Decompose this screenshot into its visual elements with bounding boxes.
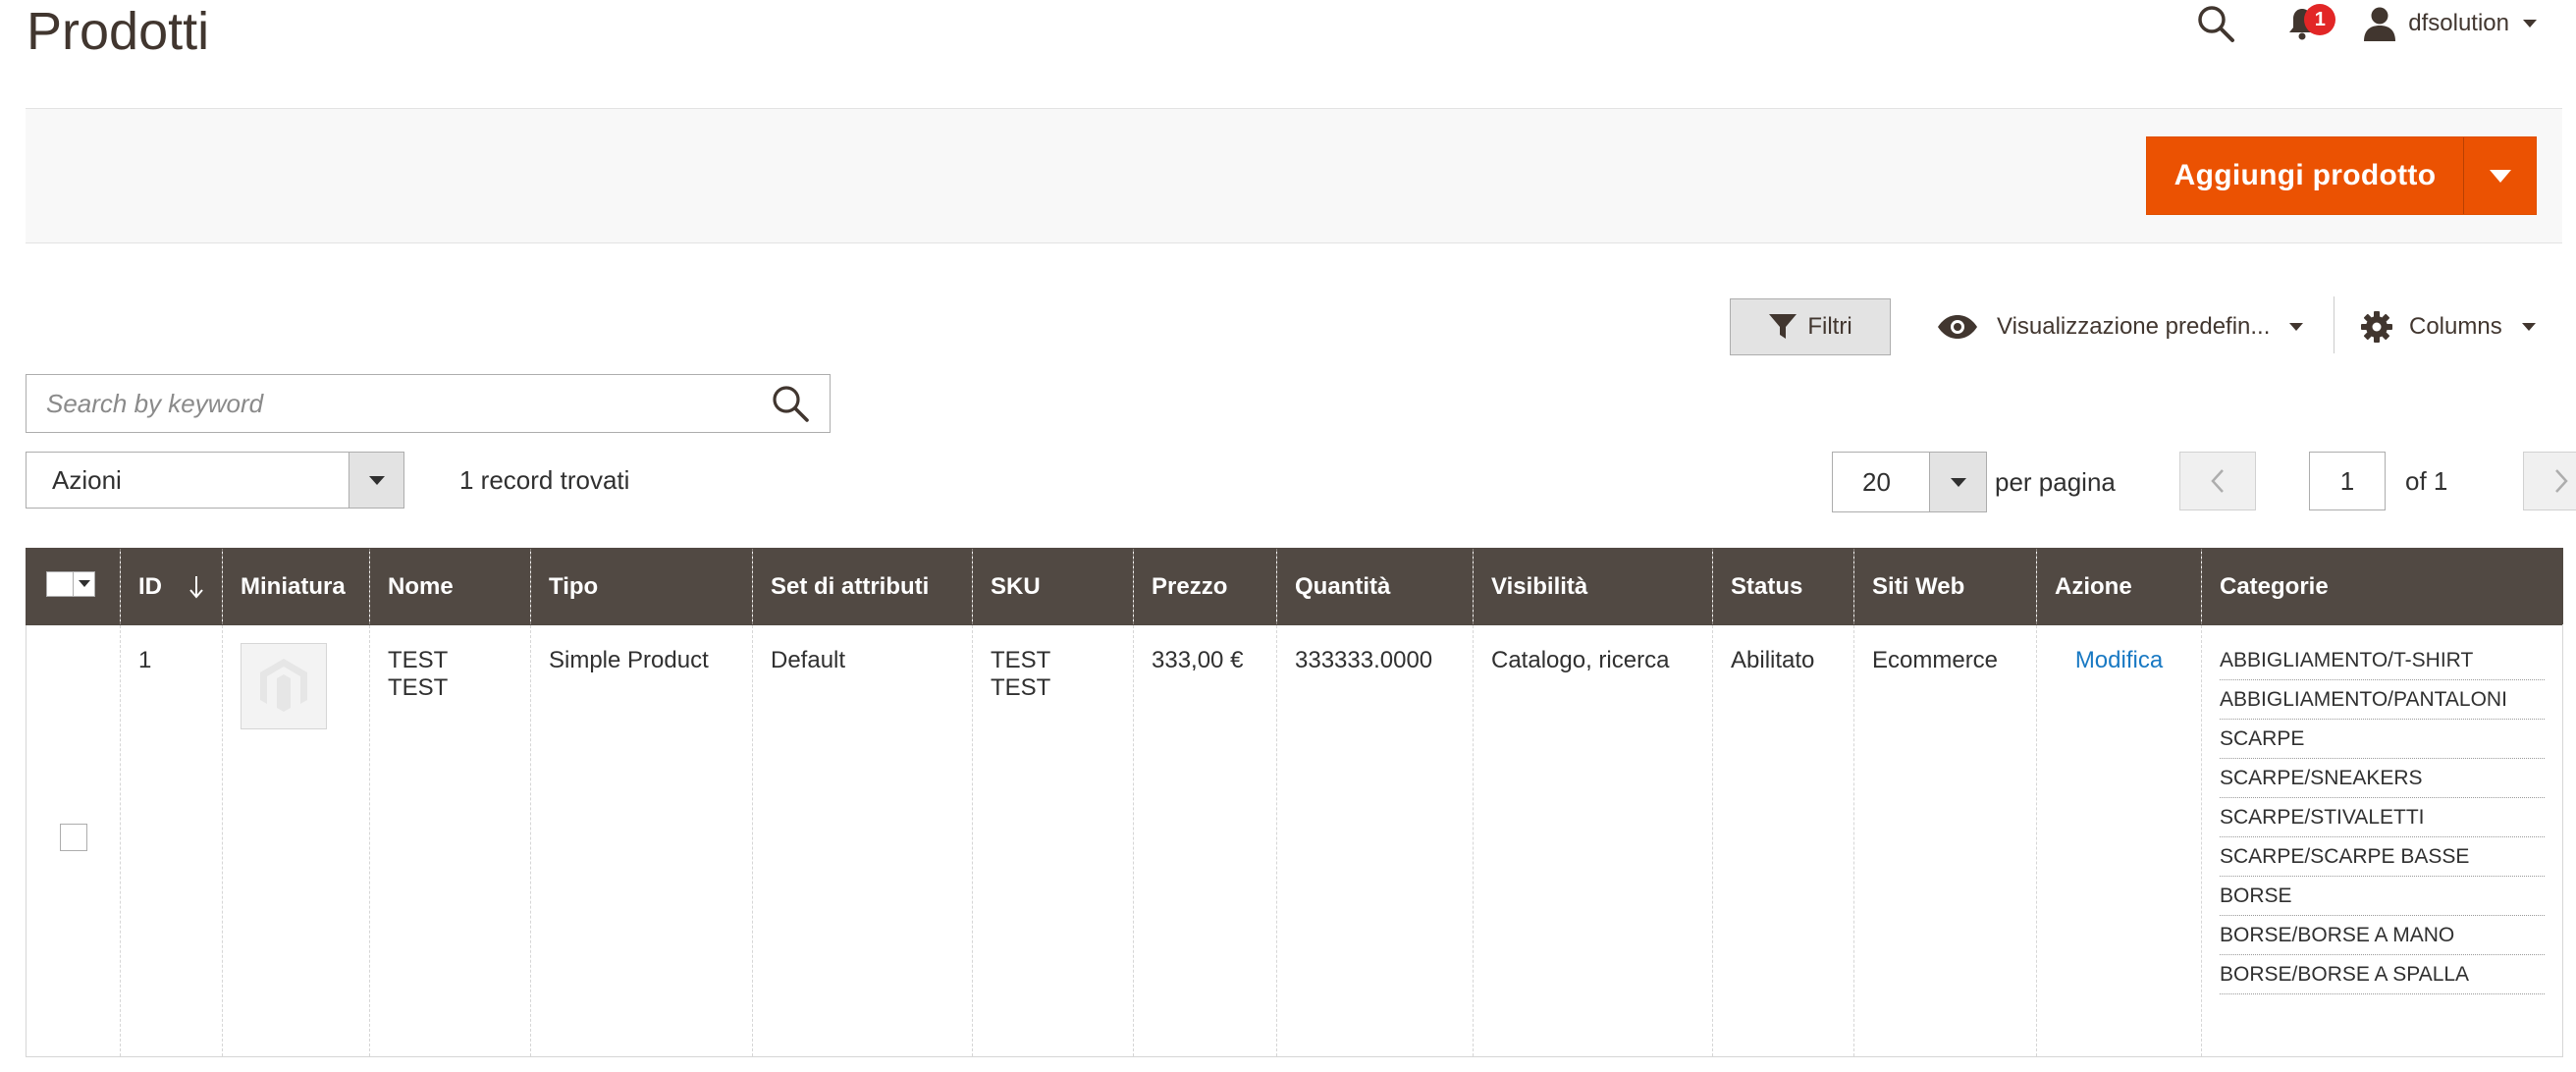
magento-placeholder-icon: [260, 659, 307, 712]
global-search-button[interactable]: [2194, 2, 2237, 45]
mass-select-header: [26, 548, 121, 625]
cell-visibility: Catalogo, ricerca: [1473, 624, 1713, 1057]
filters-label: Filtri: [1807, 313, 1852, 340]
cell-id: 1: [120, 624, 223, 1057]
product-thumbnail[interactable]: [241, 643, 327, 729]
column-header-name[interactable]: Nome: [369, 548, 531, 625]
notification-badge: 1: [2304, 4, 2336, 35]
column-header-action: Azione: [2036, 548, 2202, 625]
chevron-down-icon: [2521, 323, 2536, 331]
cell-websites: Ecommerce: [1853, 624, 2037, 1057]
add-product-type-toggle[interactable]: [2463, 137, 2536, 214]
username: dfsolution: [2408, 10, 2509, 36]
mass-select-dropdown[interactable]: [46, 570, 95, 597]
filters-button[interactable]: Filtri: [1730, 298, 1891, 355]
header-actions: 1 dfsolution: [2194, 0, 2537, 47]
columns-selector[interactable]: Columns: [2360, 298, 2536, 355]
add-product-split-button: Aggiungi prodotto: [2146, 136, 2537, 215]
column-header-label: ID: [138, 572, 162, 600]
mass-actions-label: Azioni: [52, 464, 122, 495]
mass-actions-toggle[interactable]: [349, 453, 403, 508]
select-all-checkbox[interactable]: [47, 571, 73, 596]
mass-actions-select[interactable]: Azioni: [26, 452, 404, 509]
row-checkbox[interactable]: [59, 824, 87, 851]
add-product-button[interactable]: Aggiungi prodotto: [2147, 137, 2463, 214]
mass-select-toggle[interactable]: [73, 571, 94, 596]
category-item: BORSE/BORSE A SPALLA: [2220, 959, 2545, 994]
view-label: Visualizzazione predefin...: [1997, 313, 2271, 340]
records-found: 1 record trovati: [459, 464, 630, 495]
eye-icon: [1938, 315, 1977, 339]
notifications-button[interactable]: 1: [2281, 2, 2336, 45]
chevron-down-icon: [78, 580, 90, 587]
previous-page-button[interactable]: [2179, 452, 2256, 510]
cell-action: Modifica: [2036, 624, 2202, 1057]
column-header-type[interactable]: Tipo: [530, 548, 753, 625]
cell-name: TEST TEST: [369, 624, 531, 1057]
column-header-sku[interactable]: SKU: [972, 548, 1134, 625]
cell-quantity: 333333.0000: [1276, 624, 1474, 1057]
per-page-value: 20: [1862, 466, 1891, 497]
page-number-input[interactable]: 1: [2309, 452, 2386, 510]
category-list: ABBIGLIAMENTO/T-SHIRT ABBIGLIAMENTO/PANT…: [2220, 645, 2545, 994]
category-item: SCARPE/SCARPE BASSE: [2220, 841, 2545, 877]
column-header-categories[interactable]: Categorie: [2201, 548, 2563, 625]
columns-label: Columns: [2409, 313, 2502, 340]
search-icon: [2198, 6, 2235, 42]
user-menu[interactable]: dfsolution: [2363, 6, 2537, 41]
page-actions-bar: Aggiungi prodotto: [26, 108, 2562, 243]
chevron-down-icon: [2289, 323, 2304, 331]
category-item: ABBIGLIAMENTO/T-SHIRT: [2220, 645, 2545, 680]
category-item: SCARPE: [2220, 724, 2545, 759]
column-header-visibility[interactable]: Visibilità: [1473, 548, 1713, 625]
per-page-toggle[interactable]: [1929, 453, 1986, 511]
cell-thumbnail: [222, 624, 370, 1057]
chevron-down-icon: [1950, 477, 1966, 487]
chevron-left-icon: [2211, 469, 2224, 493]
chevron-down-icon: [368, 475, 385, 485]
column-header-attribute-set[interactable]: Set di attributi: [752, 548, 973, 625]
cell-price: 333,00 €: [1133, 624, 1277, 1057]
search-input[interactable]: [27, 375, 751, 432]
page-title: Prodotti: [27, 2, 210, 61]
filter-icon: [1769, 314, 1798, 339]
cell-status: Abilitato: [1712, 624, 1854, 1057]
column-header-price[interactable]: Prezzo: [1133, 548, 1277, 625]
category-item: ABBIGLIAMENTO/PANTALONI: [2220, 684, 2545, 720]
column-header-thumbnail[interactable]: Miniatura: [222, 548, 370, 625]
cell-categories: ABBIGLIAMENTO/T-SHIRT ABBIGLIAMENTO/PANT…: [2201, 624, 2563, 1057]
cell-type: Simple Product: [530, 624, 753, 1057]
category-item: SCARPE/STIVALETTI: [2220, 802, 2545, 837]
search-submit-button[interactable]: [751, 375, 830, 432]
column-header-id[interactable]: ID: [120, 548, 223, 625]
category-item: BORSE/BORSE A MANO: [2220, 920, 2545, 955]
per-page-select[interactable]: 20: [1832, 452, 1987, 512]
chevron-down-icon: [2523, 20, 2537, 27]
chevron-right-icon: [2555, 469, 2568, 493]
user-icon: [2364, 7, 2396, 41]
column-header-status[interactable]: Status: [1712, 548, 1854, 625]
column-header-quantity[interactable]: Quantità: [1276, 548, 1474, 625]
category-item: SCARPE/SNEAKERS: [2220, 763, 2545, 798]
search-icon: [773, 386, 809, 422]
table-row[interactable]: 1 TEST TEST Simple Product Default TEST …: [26, 624, 2563, 1057]
products-grid: ID Miniatura Nome Tipo Set di attributi …: [26, 548, 2563, 1057]
cell-sku: TEST TEST: [972, 624, 1134, 1057]
column-header-websites[interactable]: Siti Web: [1853, 548, 2037, 625]
gear-icon: [2361, 311, 2392, 343]
sort-arrow-icon: [189, 575, 203, 599]
total-pages: of 1: [2405, 465, 2448, 496]
grid-header-row: ID Miniatura Nome Tipo Set di attributi …: [26, 548, 2563, 625]
cell-attribute-set: Default: [752, 624, 973, 1057]
row-select-cell: [26, 624, 121, 1057]
next-page-button[interactable]: [2523, 452, 2576, 510]
view-selector[interactable]: Visualizzazione predefin...: [1936, 298, 2304, 355]
keyword-search: [26, 374, 831, 433]
chevron-down-icon: [2489, 169, 2511, 183]
per-page-label: per pagina: [1995, 466, 2116, 497]
edit-product-link[interactable]: Modifica: [2055, 647, 2183, 674]
category-item: BORSE: [2220, 881, 2545, 916]
